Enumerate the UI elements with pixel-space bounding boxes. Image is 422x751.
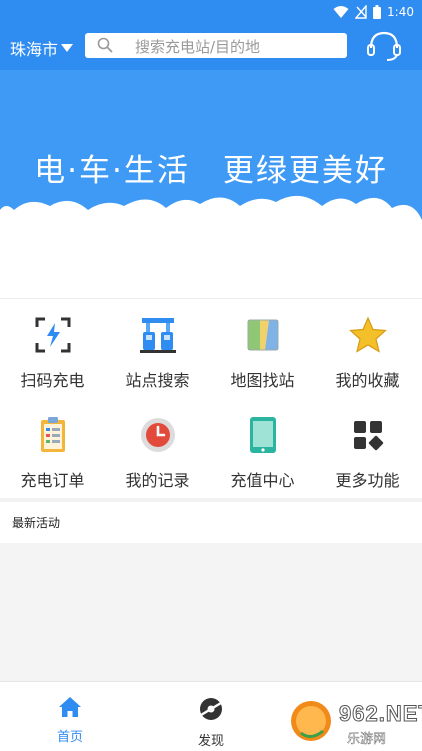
- more-grid-icon: [348, 415, 388, 455]
- status-bar: 1:40: [0, 0, 422, 24]
- station-search-icon: [138, 315, 178, 355]
- feature-station-search[interactable]: 站点搜索: [105, 299, 210, 399]
- feature-label: 充电订单: [20, 471, 85, 490]
- feature-charge-orders[interactable]: 充电订单: [0, 399, 105, 499]
- map-icon: [243, 315, 283, 355]
- feature-more[interactable]: 更多功能: [315, 399, 420, 499]
- activity-list: [0, 543, 422, 681]
- discover-icon: [200, 698, 222, 720]
- feature-label: 充值中心: [230, 471, 295, 490]
- battery-icon: [373, 5, 382, 19]
- status-icons: 1:40: [333, 3, 414, 21]
- feature-records[interactable]: 我的记录: [105, 399, 210, 499]
- feature-label: 扫码充电: [20, 371, 85, 390]
- search-icon: [97, 37, 113, 53]
- feature-map[interactable]: 地图找站: [210, 299, 315, 399]
- feature-recharge[interactable]: 充值中心: [210, 399, 315, 499]
- clock-icon: [138, 415, 178, 455]
- nav-label-home: 首页: [56, 730, 83, 745]
- feature-label: 我的记录: [125, 471, 190, 490]
- feature-label: 站点搜索: [125, 371, 190, 390]
- star-icon: [348, 315, 388, 355]
- clipboard-icon: [33, 415, 73, 455]
- watermark-text: 962.NET: [339, 701, 422, 727]
- promo-banner[interactable]: 电·车·生活 更绿更美好: [0, 70, 422, 298]
- app-header: 珠海市 搜索充电站/目的地: [0, 24, 422, 70]
- feature-label: 地图找站: [230, 371, 295, 390]
- city-name: 珠海市: [10, 40, 59, 59]
- status-time: 1:40: [387, 5, 414, 19]
- search-placeholder: 搜索充电站/目的地: [135, 38, 261, 56]
- wifi-icon: [333, 6, 349, 18]
- headset-icon[interactable]: [366, 30, 402, 62]
- watermark-logo: 962.NET 乐游网: [283, 697, 422, 751]
- caret-down-icon: [61, 44, 74, 52]
- divider: [0, 498, 422, 502]
- feature-label: 我的收藏: [335, 371, 400, 390]
- home-icon: [59, 697, 81, 717]
- watermark-subtext: 乐游网: [347, 732, 387, 747]
- search-input[interactable]: 搜索充电站/目的地: [85, 33, 347, 58]
- feature-grid: 扫码充电 站点搜索 地图找站 我的收藏 充电订单 我的记录 充值中心 更多功能: [0, 298, 422, 498]
- banner-slogan: 电·车·生活 更绿更美好: [34, 153, 388, 189]
- section-title-latest-activity: 最新活动: [12, 516, 61, 530]
- no-signal-icon: [355, 5, 367, 19]
- feature-scan-charge[interactable]: 扫码充电: [0, 299, 105, 399]
- feature-label: 更多功能: [335, 471, 400, 490]
- feature-favorites[interactable]: 我的收藏: [315, 299, 420, 399]
- nav-tab-home[interactable]: 首页: [30, 696, 110, 745]
- tablet-icon: [243, 415, 283, 455]
- scan-charge-icon: [33, 315, 73, 355]
- nav-label-discover: 发现: [197, 734, 224, 749]
- city-selector[interactable]: 珠海市: [10, 36, 74, 60]
- nav-tab-discover[interactable]: 发现: [171, 696, 251, 749]
